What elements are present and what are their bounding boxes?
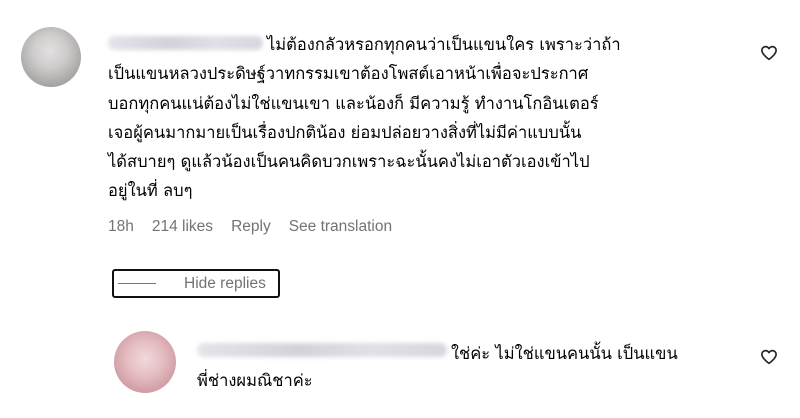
heart-outline-icon[interactable] bbox=[760, 348, 778, 366]
reply-avatar[interactable] bbox=[114, 331, 176, 393]
hide-replies-button[interactable]: Hide replies bbox=[112, 269, 280, 298]
comment-line: บอกทุกคนแน่ต้องไม่ใช่แขนเขา และน้องก็ มี… bbox=[108, 93, 599, 113]
comment-meta: 18h 214 likes Reply See translation bbox=[108, 218, 410, 236]
comment-line: เป็นแขนหลวงประดิษฐ์วาทกรรมเขาต้องโพสต์เอ… bbox=[108, 64, 589, 84]
reply-line: ใช่ค่ะ ไม่ใช่แขนคนนั้น เป็นแขน bbox=[451, 344, 678, 363]
comment-time: 18h bbox=[108, 218, 134, 235]
comment-line: อยู่ในที่ ลบๆ bbox=[108, 181, 193, 201]
commenter-avatar[interactable] bbox=[21, 27, 81, 87]
comment-line: ไม่ต้องกลัวหรอกทุกคนว่าเป็นแขนใคร เพราะว… bbox=[267, 35, 621, 54]
reply-button[interactable]: Reply bbox=[231, 218, 271, 235]
comment-body: ไม่ต้องกลัวหรอกทุกคนว่าเป็นแขนใคร เพราะว… bbox=[108, 30, 621, 206]
comment-line: ได้สบายๆ ดูแล้วน้องเป็นคนคิดบวกเพราะฉะนั… bbox=[108, 152, 590, 172]
see-translation-button[interactable]: See translation bbox=[289, 218, 392, 235]
heart-outline-icon[interactable] bbox=[760, 44, 778, 62]
divider-line bbox=[118, 283, 156, 284]
hide-replies-label: Hide replies bbox=[184, 274, 266, 292]
reply-body: ใช่ค่ะ ไม่ใช่แขนคนนั้น เป็นแขน พี่ช่างผม… bbox=[197, 340, 678, 394]
reply-line: พี่ช่างผมณิชาค่ะ bbox=[197, 371, 313, 390]
comment-thread: ไม่ต้องกลัวหรอกทุกคนว่าเป็นแขนใคร เพราะว… bbox=[0, 0, 800, 418]
comment-line: เจอผู้คนมากมายเป็นเรื่องปกติน้อง ย่อมปล่… bbox=[108, 122, 582, 142]
likes-count[interactable]: 214 likes bbox=[152, 218, 213, 235]
